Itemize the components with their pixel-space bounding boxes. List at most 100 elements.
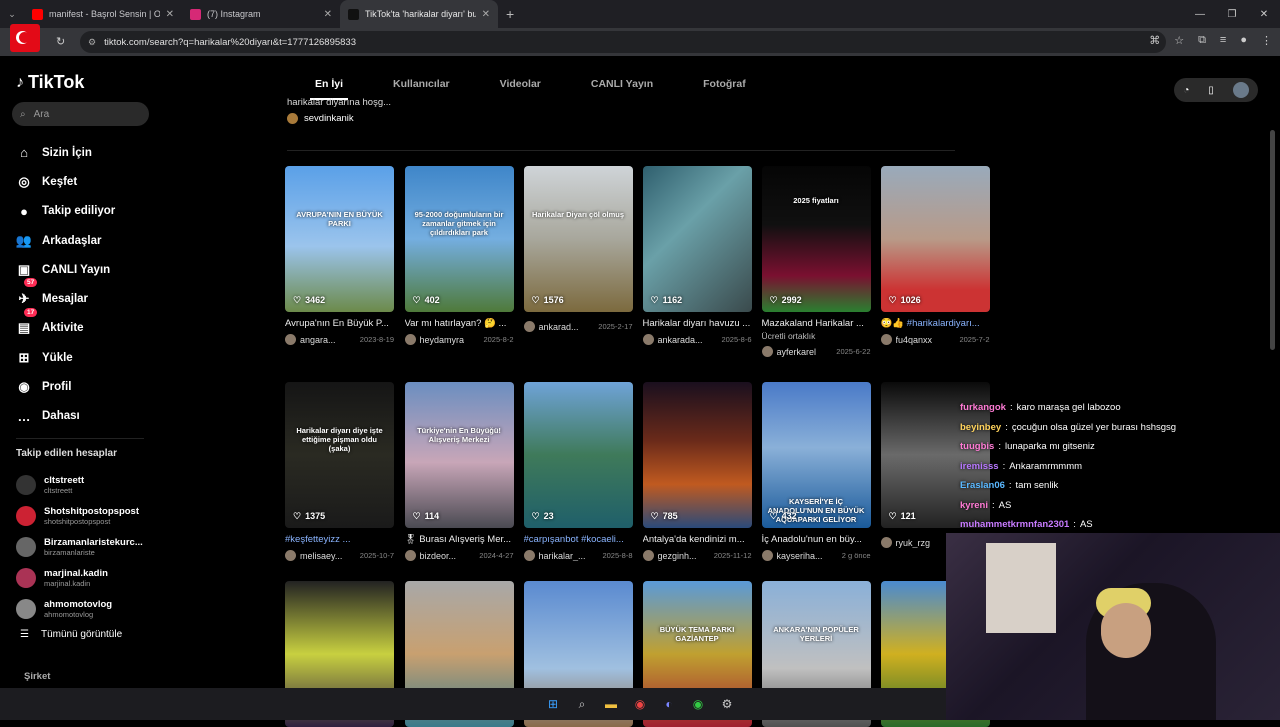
search-tab[interactable]: En İyi — [290, 70, 368, 100]
username[interactable]: ayferkarel — [777, 347, 833, 357]
username[interactable]: fu4qanxx — [896, 335, 956, 345]
chrome-icon[interactable]: ◉ — [630, 694, 650, 714]
video-thumbnail[interactable]: 2025 fiyatları ♡ 2992 — [761, 166, 871, 312]
sidebar-item[interactable]: ⊞ Yükle — [16, 343, 156, 372]
close-tab-icon[interactable]: ✕ — [324, 9, 332, 20]
browser-tab[interactable]: manifest - Başrol Sensin | Offici ✕ — [24, 0, 182, 28]
media-icon[interactable]: ≡ — [1220, 34, 1226, 47]
company-link[interactable]: Şirket — [24, 671, 50, 682]
translate-icon[interactable]: ⌘ — [1149, 34, 1160, 47]
following-account[interactable]: Birzamanlaristekurc... birzamanlariste — [16, 532, 156, 563]
tiktok-logo[interactable]: ♪ TikTok — [16, 72, 84, 93]
new-tab-button[interactable]: + — [506, 6, 514, 22]
sidebar-item[interactable]: ◎ Keşfet — [16, 167, 156, 196]
following-account[interactable]: Shotshitpostopspost shotshitpostopspost — [16, 501, 156, 532]
search-tab[interactable]: Videolar — [475, 70, 566, 100]
following-account[interactable]: marjinal.kadin marjinal.kadin — [16, 562, 156, 593]
reload-icon[interactable]: ↻ — [56, 35, 65, 48]
browser-tab[interactable]: TikTok'ta 'harikalar diyarı' bulab ✕ — [340, 0, 498, 28]
video-thumbnail[interactable]: AVRUPA'NIN EN BÜYÜK PARKI ♡ 3462 — [285, 166, 394, 312]
username[interactable]: gezginh... — [658, 551, 710, 561]
chrome-icon[interactable]: ◉ — [688, 694, 708, 714]
sidebar-item[interactable]: ⌂ Sizin İçin — [16, 138, 156, 167]
see-all-link[interactable]: ☰ Tümünü görüntüle — [20, 629, 122, 640]
site-info-icon[interactable]: ⚙ — [88, 37, 96, 48]
video-thumbnail[interactable]: 95-2000 doğumluların bir zamanlar gitmek… — [404, 166, 514, 312]
bookmark-star-icon[interactable]: ☆ — [1174, 34, 1184, 47]
search-input[interactable]: ⌕ Ara — [12, 102, 149, 126]
close-tab-icon[interactable]: ✕ — [482, 9, 490, 20]
video-caption[interactable]: 😳👍 #harikalardiyarı... — [881, 318, 990, 329]
username[interactable]: ankarada... — [658, 335, 718, 345]
previous-caption[interactable]: harikalar diyarına hoşg... — [287, 97, 391, 108]
discord-icon[interactable]: ◐ — [659, 694, 679, 714]
video-caption[interactable]: #carpışanbot #kocaeli... — [524, 534, 633, 545]
video-caption[interactable]: Mazakaland Harikalar ... — [762, 318, 871, 329]
video-card[interactable]: KAYSERİ'YE İÇ ANADOLU'NUN EN BÜYÜK AQUAP… — [761, 382, 871, 561]
settings-icon[interactable]: ⚙ — [717, 694, 737, 714]
minimize-icon[interactable]: — — [1184, 0, 1216, 28]
search-tab[interactable]: Fotoğraf — [678, 70, 771, 100]
url-field[interactable]: ⚙ tiktok.com/search?q=harikalar%20diyarı… — [80, 31, 1166, 53]
search-tab[interactable]: CANLI Yayın — [566, 70, 678, 100]
username[interactable]: kayseriha... — [777, 551, 838, 561]
video-thumbnail[interactable]: KAYSERİ'YE İÇ ANADOLU'NUN EN BÜYÜK AQUAP… — [761, 382, 871, 528]
username[interactable]: melisaey... — [300, 551, 356, 561]
close-tab-icon[interactable]: ✕ — [166, 9, 174, 20]
sidebar-item[interactable]: ▣ CANLI Yayın — [16, 255, 156, 284]
search-icon[interactable]: ⌕ — [572, 694, 592, 714]
windows-start-icon[interactable]: ⊞ — [543, 694, 563, 714]
video-caption[interactable]: Avrupa'nın En Büyük P... — [285, 318, 394, 329]
search-tab[interactable]: Kullanıcılar — [368, 70, 475, 100]
extensions-icon[interactable]: ⧉ — [1198, 34, 1206, 47]
video-caption[interactable]: #keşfetteyizz ... — [285, 534, 394, 545]
video-thumbnail[interactable]: Harikalar Diyarı çöl olmuş ♡ 1576 — [523, 166, 633, 312]
video-caption[interactable]: Antalya'da kendinizi m... — [643, 534, 752, 545]
video-card[interactable]: ♡ 785 Antalya'da kendinizi m... gezginh...… — [642, 382, 752, 561]
avatar[interactable] — [1232, 82, 1249, 98]
video-card[interactable]: 2025 fiyatları ♡ 2992 Mazakaland Harikalar … — [761, 166, 871, 357]
video-thumbnail[interactable]: ♡ 1162 — [642, 166, 752, 312]
video-card[interactable]: AVRUPA'NIN EN BÜYÜK PARKI ♡ 3462 Avrupa'nın… — [285, 166, 394, 345]
video-thumbnail[interactable]: Türkiye'nin En Büyüğü! Alışveriş Merkezi… — [404, 382, 514, 528]
following-account[interactable]: cltstreett cltstreett — [16, 470, 156, 501]
previous-user[interactable]: sevdinkanik — [287, 113, 354, 124]
sidebar-item[interactable]: … Dahası — [16, 402, 156, 431]
video-thumbnail[interactable]: Harikalar diyarı diye işte ettiğime pişm… — [285, 382, 394, 528]
menu-icon[interactable]: ⋮ — [1261, 34, 1272, 47]
sidebar-item[interactable]: ● Takip ediliyor — [16, 197, 156, 226]
video-thumbnail[interactable]: ♡ 1026 — [880, 166, 990, 312]
username[interactable]: heydamyra — [420, 335, 480, 345]
sidebar-item[interactable]: ✈ 57 Mesajlar — [16, 278, 156, 313]
file-explorer-icon[interactable]: ▬ — [601, 694, 621, 714]
following-account[interactable]: ahmomotovlog ahmomotovlog — [16, 593, 156, 624]
scrollbar[interactable] — [1270, 130, 1275, 350]
sidebar-item[interactable]: 👥 Arkadaşlar — [16, 226, 156, 255]
tab-search-icon[interactable]: ⌄ — [0, 9, 24, 20]
profile-icon[interactable]: ● — [1240, 34, 1247, 47]
video-card[interactable]: ♡ 1162 Harikalar diyarı havuzu ... ankarad… — [642, 166, 752, 345]
video-caption[interactable]: İç Anadolu'nun en büy... — [762, 534, 871, 545]
video-caption[interactable]: Var mı hatırlayan? 🤔 ... — [405, 318, 514, 329]
sidebar-item[interactable]: ▤ 17 Aktivite — [16, 307, 156, 343]
maximize-icon[interactable]: ❐ — [1216, 0, 1248, 28]
username[interactable]: bizdeor... — [420, 551, 476, 561]
video-card[interactable]: Türkiye'nin En Büyüğü! Alışveriş Merkezi… — [404, 382, 514, 561]
video-caption[interactable]: 🎖 Burası Alışveriş Mer... — [405, 534, 514, 545]
close-window-icon[interactable]: ✕ — [1248, 0, 1280, 28]
sidebar-item[interactable]: ◉ Profil — [16, 372, 156, 401]
browser-tab[interactable]: (7) Instagram ✕ — [182, 0, 340, 28]
username[interactable]: angara... — [300, 335, 356, 345]
video-card[interactable]: Harikalar diyarı diye işte ettiğime pişm… — [285, 382, 394, 561]
video-caption[interactable]: Harikalar diyarı havuzu ... — [643, 318, 752, 329]
coins-icon[interactable]: ◔ — [1183, 85, 1189, 96]
video-card[interactable]: ♡ 23 #carpışanbot #kocaeli... harikalar_..… — [523, 382, 633, 561]
video-thumbnail[interactable]: ♡ 785 — [642, 382, 752, 528]
video-card[interactable]: 95-2000 doğumluların bir zamanlar gitmek… — [404, 166, 514, 345]
video-card[interactable]: Harikalar Diyarı çöl olmuş ♡ 1576 ankarad.… — [523, 166, 633, 332]
video-thumbnail[interactable]: ♡ 23 — [523, 382, 633, 528]
username[interactable]: harikalar_... — [539, 551, 599, 561]
username[interactable]: ankarad... — [539, 322, 595, 332]
video-card[interactable]: ♡ 1026 😳👍 #harikalardiyarı... fu4qanxx 202… — [880, 166, 990, 345]
device-icon[interactable]: ▯ — [1208, 85, 1214, 96]
